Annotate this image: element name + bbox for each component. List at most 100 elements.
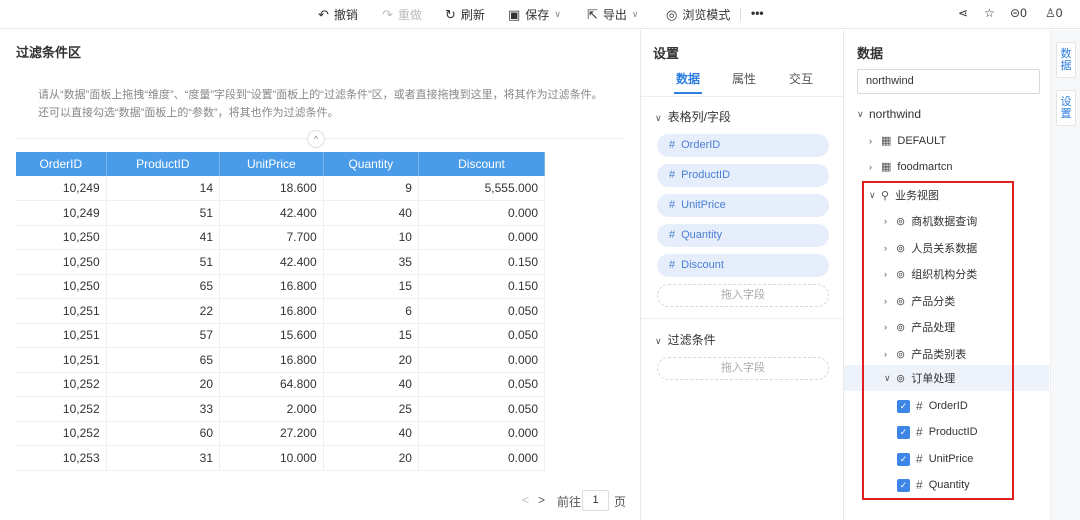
tab-data[interactable]: 数据 xyxy=(676,70,700,87)
chevron-right-icon: › xyxy=(884,269,887,279)
checkbox-checked[interactable]: ✓ xyxy=(897,478,910,492)
tree-field-productid[interactable]: ✓ # ProductID xyxy=(897,425,978,439)
redo-button[interactable]: ↷ 重做 xyxy=(382,6,422,23)
settings-title: 设置 xyxy=(653,46,680,61)
table-row: 10,252 60 27.200 40 0.000 xyxy=(16,421,546,446)
column-header[interactable]: UnitPrice xyxy=(219,152,324,176)
table-cell: 0.050 xyxy=(418,372,546,397)
table-cell: 16.800 xyxy=(219,347,324,373)
table-cell: 10,250 xyxy=(16,225,107,250)
export-icon: ⇱ xyxy=(587,7,598,22)
tree-item-view[interactable]: › ⊚ 组织机构分类 xyxy=(884,266,977,282)
table-cell: 10,252 xyxy=(16,421,107,446)
divider xyxy=(641,318,843,319)
table-row: 10,250 51 42.400 35 0.150 xyxy=(16,249,546,275)
table-cell: 64.800 xyxy=(219,372,324,397)
field-pill-unitprice[interactable]: # UnitPrice xyxy=(657,194,829,217)
checkbox-checked[interactable]: ✓ xyxy=(897,399,910,413)
table-cell: 15.600 xyxy=(219,323,324,348)
redo-icon: ↷ xyxy=(382,7,393,22)
tree-field-unitprice[interactable]: ✓ # UnitPrice xyxy=(897,452,973,466)
hash-icon: # xyxy=(669,139,676,151)
next-page-button[interactable]: > xyxy=(538,493,545,507)
table-cell: 51 xyxy=(106,200,221,226)
chevron-down-icon: ∨ xyxy=(655,336,662,346)
table-cell: 41 xyxy=(106,225,221,250)
tree-field-quantity[interactable]: ✓ # Quantity xyxy=(897,478,970,492)
chevron-right-icon: › xyxy=(884,349,887,359)
database-icon: ▦ xyxy=(881,135,892,147)
table-cell: 10,252 xyxy=(16,396,107,422)
tree-item-foodmartcn[interactable]: › ▦ foodmartcn xyxy=(869,160,952,174)
data-title: 数据 xyxy=(857,46,884,61)
table-cell: 65 xyxy=(106,274,221,299)
checkbox-checked[interactable]: ✓ xyxy=(897,425,910,439)
undo-button[interactable]: ↶ 撤销 xyxy=(318,6,358,23)
table-cell: 2.000 xyxy=(219,396,324,422)
chevron-down-icon: ∨ xyxy=(655,113,662,123)
tree-item-default[interactable]: › ▦ DEFAULT xyxy=(869,134,946,148)
hash-icon: # xyxy=(916,425,923,439)
save-icon: ▣ xyxy=(508,7,521,22)
page-input[interactable]: 1 xyxy=(582,490,609,511)
more-button[interactable]: ••• xyxy=(751,6,764,20)
like-button[interactable]: ♙0 xyxy=(1045,6,1062,20)
drop-zone-filter[interactable]: 拖入字段 xyxy=(657,357,829,380)
tree-item-view[interactable]: › ⊚ 商机数据查询 xyxy=(884,213,977,229)
table-cell: 0.150 xyxy=(418,249,546,275)
section-filter[interactable]: ∨ 过滤条件 xyxy=(655,331,716,348)
column-header[interactable]: OrderID xyxy=(16,152,107,176)
column-header[interactable]: ProductID xyxy=(106,152,221,176)
goto-label: 前往 xyxy=(557,495,582,509)
collapse-button[interactable]: ^ xyxy=(307,130,325,148)
tree-item-view[interactable]: › ⊚ 产品分类 xyxy=(884,293,955,309)
toolbar-divider xyxy=(740,8,741,21)
tab-interaction[interactable]: 交互 xyxy=(789,70,813,87)
table-row: 10,252 33 2.000 25 0.050 xyxy=(16,396,546,422)
table-cell: 0.050 xyxy=(418,396,546,422)
field-pill-discount[interactable]: # Discount xyxy=(657,254,829,277)
export-button[interactable]: ⇱ 导出 ∨ xyxy=(587,6,639,23)
tree-item-business-view[interactable]: ∨ ⚲ 业务视图 xyxy=(869,187,939,203)
query-icon: ⊚ xyxy=(896,242,906,255)
tree-item-view[interactable]: › ⊚ 人员关系数据 xyxy=(884,240,977,256)
tree-field-orderid[interactable]: ✓ # OrderID xyxy=(897,399,968,413)
side-tab-data[interactable]: 数据 xyxy=(1056,42,1076,78)
tab-properties[interactable]: 属性 xyxy=(732,70,756,87)
comment-button[interactable]: ⊝0 xyxy=(1010,6,1027,20)
table-cell: 0.050 xyxy=(418,323,546,348)
table-cell: 25 xyxy=(323,396,419,422)
chevron-down-icon: ∨ xyxy=(869,189,876,200)
hint-line-2: 还可以直接勾选“数据”面板上的“参数”，将其也作为过滤条件。 xyxy=(38,107,339,119)
refresh-button[interactable]: ↻ 刷新 xyxy=(445,6,485,23)
tree-root[interactable]: ∨ northwind xyxy=(857,107,921,121)
browse-mode-button[interactable]: ◎ 浏览模式 xyxy=(666,6,730,23)
table-cell: 35 xyxy=(323,249,419,275)
field-pill-orderid[interactable]: # OrderID xyxy=(657,134,829,157)
field-pill-quantity[interactable]: # Quantity xyxy=(657,224,829,247)
field-pill-productid[interactable]: # ProductID xyxy=(657,164,829,187)
database-icon: ▦ xyxy=(881,161,892,173)
save-button[interactable]: ▣ 保存 ∨ xyxy=(508,6,561,23)
search-input[interactable]: northwind xyxy=(857,69,1040,94)
column-header[interactable]: Discount xyxy=(418,152,546,176)
table-cell: 0.000 xyxy=(418,347,546,373)
table-cell: 20 xyxy=(323,445,419,471)
tree-item-view-selected[interactable]: ∨ ⊚ 订单处理 xyxy=(844,365,1049,391)
table-cell: 10,250 xyxy=(16,274,107,299)
tree-item-view[interactable]: › ⊚ 产品类别表 xyxy=(884,346,966,362)
prev-page-button[interactable]: < xyxy=(522,493,529,507)
query-icon: ⊚ xyxy=(896,215,906,228)
drop-zone-fields[interactable]: 拖入字段 xyxy=(657,284,829,307)
data-table: OrderID ProductID UnitPrice Quantity Discoun… xyxy=(16,152,546,477)
checkbox-checked[interactable]: ✓ xyxy=(897,452,910,466)
side-tab-settings[interactable]: 设置 xyxy=(1056,90,1076,126)
section-table-fields[interactable]: ∨ 表格列/字段 xyxy=(655,108,731,125)
share-icon[interactable]: ⋖ xyxy=(958,6,968,20)
tree-item-view[interactable]: › ⊚ 产品处理 xyxy=(884,319,955,335)
star-icon[interactable]: ☆ xyxy=(984,6,995,20)
table-cell: 10,253 xyxy=(16,445,107,471)
table-cell: 10 xyxy=(323,225,419,250)
column-header[interactable]: Quantity xyxy=(323,152,419,176)
page-unit-label: 页 xyxy=(614,495,627,509)
